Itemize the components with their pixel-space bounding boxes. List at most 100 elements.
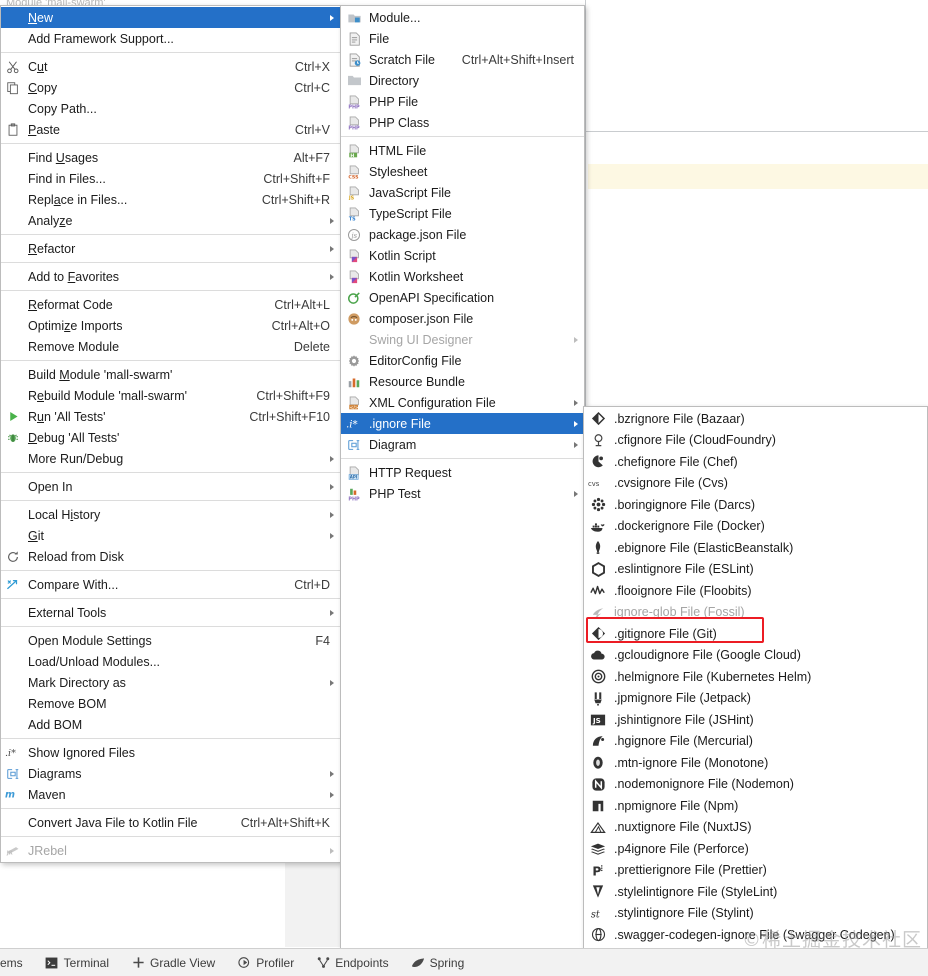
menu-item-swing-ui-designer[interactable]: Swing UI Designer [341,329,584,350]
menu-item-jpmignore[interactable]: .jpmignore File (Jetpack) [584,688,927,710]
menu-item-php-test[interactable]: PHP PHP Test [341,483,584,504]
menu-item-helmignore[interactable]: .helmignore File (Kubernetes Helm) [584,666,927,688]
menu-item-analyze[interactable]: Analyze [1,210,340,231]
menu-item-npmignore[interactable]: .npmignore File (Npm) [584,795,927,817]
menu-item-scratch-file[interactable]: Scratch File Ctrl+Alt+Shift+Insert [341,49,584,70]
menu-item-bzrignore[interactable]: .bzrignore File (Bazaar) [584,408,927,430]
menu-item-prettierignore[interactable]: P .prettierignore File (Prettier) [584,860,927,882]
menu-item-jshintignore[interactable]: JS .jshintignore File (JSHint) [584,709,927,731]
menu-item-stylelintignore[interactable]: .stylelintignore File (StyleLint) [584,881,927,903]
menu-item-reload-from-disk[interactable]: Reload from Disk [1,546,340,567]
tool-window-profiler[interactable]: Profiler [226,949,305,976]
menu-item-jrebel[interactable]: JR JRebel [1,840,340,861]
menu-item-copy[interactable]: Copy Ctrl+C [1,77,340,98]
menu-item-editorconfig-file[interactable]: EditorConfig File [341,350,584,371]
menu-item-file[interactable]: File [341,28,584,49]
scratch-file-icon [341,52,367,67]
menu-item-nodemonignore[interactable]: .nodemonignore File (Nodemon) [584,774,927,796]
menu-item-module[interactable]: Module... [341,7,584,28]
menu-item-open-module-settings[interactable]: Open Module Settings F4 [1,630,340,651]
new-submenu[interactable]: Module... File Scratch File Ctrl+Alt+Shi… [340,5,585,950]
menu-item-xml-configuration-file[interactable]: </> XML Configuration File [341,392,584,413]
menu-item-javascript-file[interactable]: JS JavaScript File [341,182,584,203]
menu-item-compare-with[interactable]: Compare With... Ctrl+D [1,574,340,595]
menu-item-debug-all-tests[interactable]: Debug 'All Tests' [1,427,340,448]
menu-item-maven[interactable]: m Maven [1,784,340,805]
menu-item-refactor[interactable]: Refactor [1,238,340,259]
menu-item-directory[interactable]: Directory [341,70,584,91]
menu-item-add-bom[interactable]: Add BOM [1,714,340,735]
menu-item-kotlin-worksheet[interactable]: Kotlin Worksheet [341,266,584,287]
menu-item-new[interactable]: New [1,7,340,28]
menu-item-replace-in-files[interactable]: Replace in Files... Ctrl+Shift+R [1,189,340,210]
menu-item-show-ignored-files[interactable]: .i* Show Ignored Files [1,742,340,763]
shortcut-cut: Ctrl+X [294,59,330,74]
menu-item-rebuild-module[interactable]: Rebuild Module 'mall-swarm' Ctrl+Shift+F… [1,385,340,406]
menu-item-ebignore[interactable]: .ebignore File (ElasticBeanstalk) [584,537,927,559]
menu-item-http-request[interactable]: API HTTP Request [341,462,584,483]
menu-item-mtn-ignore[interactable]: .mtn-ignore File (Monotone) [584,752,927,774]
menu-item-chefignore[interactable]: .chefignore File (Chef) [584,451,927,473]
menu-item-hgignore[interactable]: .hgignore File (Mercurial) [584,731,927,753]
tool-window-spring[interactable]: Spring [400,949,476,976]
menu-item-add-to-favorites[interactable]: Add to Favorites [1,266,340,287]
menu-item-diagrams[interactable]: Diagrams [1,763,340,784]
menu-item-external-tools[interactable]: External Tools [1,602,340,623]
menu-item-open-in[interactable]: Open In [1,476,340,497]
menu-item-php-class[interactable]: PHP PHP Class [341,112,584,133]
tool-window-terminal[interactable]: Terminal [34,949,120,976]
menu-item-kotlin-script[interactable]: Kotlin Script [341,245,584,266]
menu-item-optimize-imports[interactable]: Optimize Imports Ctrl+Alt+O [1,315,340,336]
menu-item-php-file[interactable]: PHP PHP File [341,91,584,112]
menu-item-mark-directory-as[interactable]: Mark Directory as [1,672,340,693]
menu-item-cfignore[interactable]: .cfignore File (CloudFoundry) [584,430,927,452]
menu-item-load-unload-modules[interactable]: Load/Unload Modules... [1,651,340,672]
menu-item-stylintignore[interactable]: st .stylintignore File (Stylint) [584,903,927,925]
menu-item-more-run-debug[interactable]: More Run/Debug [1,448,340,469]
menu-item-flooignore[interactable]: .flooignore File (Floobits) [584,580,927,602]
tool-window-problems[interactable]: ems [0,949,34,976]
menu-item-find-in-files[interactable]: Find in Files... Ctrl+Shift+F [1,168,340,189]
cloudfoundry-icon [584,433,612,448]
menu-item-cvsignore[interactable]: cvs .cvsignore File (Cvs) [584,473,927,495]
menu-item-remove-module[interactable]: Remove Module Delete [1,336,340,357]
menu-item-paste[interactable]: Paste Ctrl+V [1,119,340,140]
project-context-menu[interactable]: New Add Framework Support... Cut Ctrl+X … [0,5,341,863]
chevron-right-icon [324,679,340,686]
menu-item-openapi-specification[interactable]: OpenAPI Specification [341,287,584,308]
menu-item-html-file[interactable]: H HTML File [341,140,584,161]
menu-item-gcloudignore[interactable]: .gcloudignore File (Google Cloud) [584,645,927,667]
menu-item-stylesheet[interactable]: CSS Stylesheet [341,161,584,182]
menu-item-cut[interactable]: Cut Ctrl+X [1,56,340,77]
menu-item-reformat-code[interactable]: Reformat Code Ctrl+Alt+L [1,294,340,315]
menu-item-local-history[interactable]: Local History [1,504,340,525]
menu-item-build-module[interactable]: Build Module 'mall-swarm' [1,364,340,385]
menu-item-ignore-file[interactable]: .i* .ignore File [341,413,584,434]
tool-window-endpoints[interactable]: Endpoints [305,949,399,976]
menu-item-find-usages[interactable]: Find Usages Alt+F7 [1,147,340,168]
menu-item-composer-json-file[interactable]: composer.json File [341,308,584,329]
menu-item-diagram[interactable]: Diagram [341,434,584,455]
menu-item-convert-java-to-kotlin[interactable]: Convert Java File to Kotlin File Ctrl+Al… [1,812,340,833]
menu-item-nuxtignore[interactable]: .nuxtignore File (NuxtJS) [584,817,927,839]
menu-separator [1,626,340,627]
menu-item-ignore-glob[interactable]: ignore-glob File (Fossil) [584,602,927,624]
menu-item-package-json-file[interactable]: js package.json File [341,224,584,245]
menu-item-eslintignore[interactable]: .eslintignore File (ESLint) [584,559,927,581]
menu-item-run-all-tests[interactable]: Run 'All Tests' Ctrl+Shift+F10 [1,406,340,427]
menu-item-add-framework-support[interactable]: Add Framework Support... [1,28,340,49]
menu-item-git[interactable]: Git [1,525,340,546]
menu-item-dockerignore[interactable]: .dockerignore File (Docker) [584,516,927,538]
menu-item-copy-path[interactable]: Copy Path... [1,98,340,119]
menu-item-resource-bundle[interactable]: Resource Bundle [341,371,584,392]
tool-window-gradle-view[interactable]: Gradle View [120,949,226,976]
menu-item-boringignore[interactable]: .boringignore File (Darcs) [584,494,927,516]
menu-item-typescript-file[interactable]: TS TypeScript File [341,203,584,224]
menu-item-gitignore[interactable]: .gitignore File (Git) [584,623,927,645]
ignore-file-submenu[interactable]: .bzrignore File (Bazaar) .cfignore File … [583,406,928,976]
tool-window-bar[interactable]: ems Terminal Gradle View Profiler Endpoi… [0,948,928,976]
menu-item-p4ignore[interactable]: .p4ignore File (Perforce) [584,838,927,860]
compare-icon [1,578,25,592]
menu-item-remove-bom[interactable]: Remove BOM [1,693,340,714]
shortcut-replace-in-files: Ctrl+Shift+R [261,192,330,207]
